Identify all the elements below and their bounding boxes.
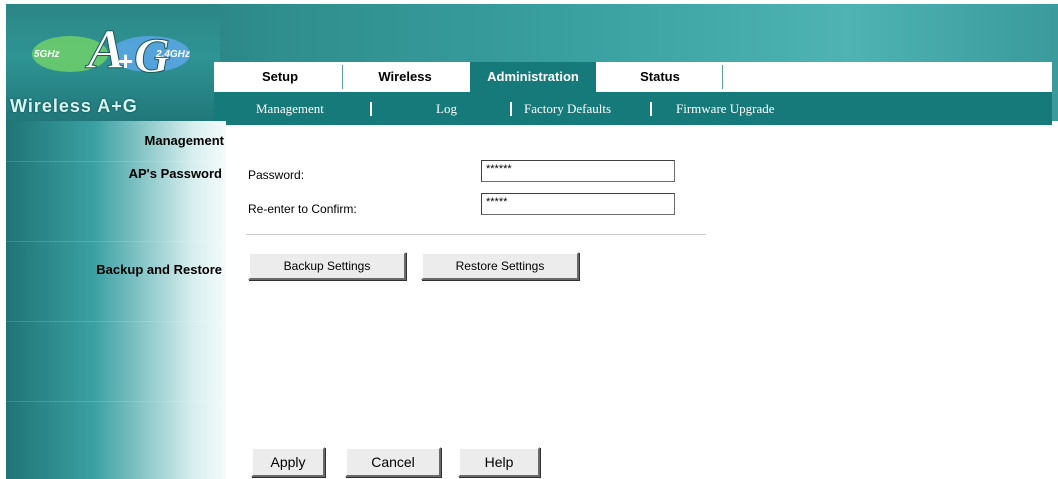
logo: A + G 5GHz 2.4GHz Wireless A+G — [6, 4, 220, 121]
svg-text:+: + — [118, 46, 133, 76]
tab-divider — [722, 65, 723, 89]
tab-divider — [342, 65, 343, 89]
confirm-password-field[interactable]: ***** — [481, 193, 675, 215]
apply-button[interactable]: Apply — [251, 447, 325, 477]
page: A + G 5GHz 2.4GHz Wireless A+G Setup Wir… — [0, 0, 1058, 479]
subtab-divider — [510, 102, 512, 116]
sub-tab-bar: Management Log Factory Defaults Firmware… — [214, 92, 1052, 125]
section-title: Management — [144, 133, 224, 148]
backup-settings-button[interactable]: Backup Settings — [248, 252, 406, 280]
main-tab-bar: Setup Wireless Administration Status — [214, 62, 1052, 92]
subtab-divider — [650, 102, 652, 116]
section-divider — [246, 234, 706, 235]
backup-section-label: Backup and Restore — [96, 262, 222, 277]
tab-status[interactable]: Status — [600, 65, 720, 89]
tab-wireless[interactable]: Wireless — [344, 65, 466, 89]
tab-administration[interactable]: Administration — [470, 62, 596, 92]
subtab-management[interactable]: Management — [256, 92, 324, 125]
subtab-factory-defaults[interactable]: Factory Defaults — [524, 92, 611, 125]
header: A + G 5GHz 2.4GHz Wireless A+G Setup Wir… — [6, 4, 1058, 125]
svg-text:5GHz: 5GHz — [34, 49, 60, 60]
cancel-button[interactable]: Cancel — [345, 447, 441, 477]
password-field[interactable]: ****** — [481, 160, 675, 182]
logo-badge-icon: A + G 5GHz 2.4GHz — [32, 24, 190, 84]
sidebar-stripe — [6, 161, 226, 162]
confirm-password-label: Re-enter to Confirm: — [248, 202, 357, 216]
subtab-divider — [370, 102, 372, 116]
subtab-firmware-upgrade[interactable]: Firmware Upgrade — [676, 92, 775, 125]
sidebar-stripe — [6, 241, 226, 242]
sidebar: Management AP's Password Backup and Rest… — [6, 121, 226, 479]
help-button[interactable]: Help — [458, 447, 540, 477]
tab-setup[interactable]: Setup — [220, 65, 340, 89]
svg-text:2.4GHz: 2.4GHz — [155, 49, 190, 60]
subtab-log[interactable]: Log — [436, 92, 457, 125]
brand-name: Wireless A+G — [10, 96, 138, 116]
password-label: Password: — [248, 168, 305, 182]
sidebar-stripe — [6, 321, 226, 322]
password-section-label: AP's Password — [128, 166, 222, 181]
restore-settings-button[interactable]: Restore Settings — [421, 252, 579, 280]
sidebar-stripe — [6, 401, 226, 402]
